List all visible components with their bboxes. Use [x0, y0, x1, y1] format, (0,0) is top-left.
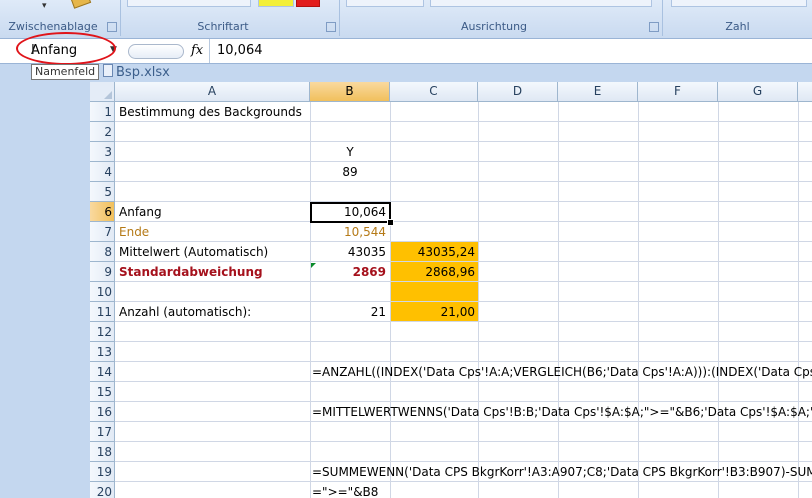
row-header[interactable]: 1: [90, 102, 115, 122]
font-selector-stub[interactable]: [127, 0, 251, 7]
cell-b9[interactable]: 2869: [310, 262, 386, 282]
cell-b3[interactable]: Y: [310, 142, 390, 162]
ribbon-group-alignment: Ausrichtung: [340, 0, 663, 36]
formula-divider: [209, 39, 210, 63]
ribbon-group-label: Zahl: [725, 20, 750, 33]
row-header[interactable]: 7: [90, 222, 115, 242]
column-header-e[interactable]: E: [558, 82, 638, 102]
row-header[interactable]: 19: [90, 462, 115, 482]
row-header[interactable]: 3: [90, 142, 115, 162]
cell-a9[interactable]: Standardabweichung: [119, 262, 263, 282]
fill-handle[interactable]: [387, 219, 394, 226]
dialog-launcher-icon[interactable]: [326, 22, 336, 32]
gridline: [115, 161, 812, 162]
row-header[interactable]: 20: [90, 482, 115, 498]
cell-c8[interactable]: 43035,24: [390, 242, 475, 262]
ribbon-group-font: Schriftart: [121, 0, 340, 36]
formula-input[interactable]: 10,064: [217, 43, 263, 58]
cell-a11[interactable]: Anzahl (automatisch):: [119, 302, 251, 322]
gridline: [115, 221, 812, 222]
row-header[interactable]: 5: [90, 182, 115, 202]
row-header[interactable]: 2: [90, 122, 115, 142]
ribbon-group-number: Zahl: [663, 0, 812, 36]
cell-a6[interactable]: Anfang: [119, 202, 162, 222]
row-header[interactable]: 4: [90, 162, 115, 182]
column-header-d[interactable]: D: [478, 82, 558, 102]
formula-buttons: fx: [128, 42, 206, 60]
row-header[interactable]: 13: [90, 342, 115, 362]
column-header-f[interactable]: F: [638, 82, 718, 102]
wrap-merge-stub[interactable]: [430, 0, 652, 7]
column-header-c[interactable]: C: [390, 82, 478, 102]
cell-a8[interactable]: Mittelwert (Automatisch): [119, 242, 268, 262]
column-header-a[interactable]: A: [115, 82, 310, 102]
row-header[interactable]: 16: [90, 402, 115, 422]
ribbon-group-label: Zwischenablage: [8, 20, 98, 33]
row-header[interactable]: 8: [90, 242, 115, 262]
row-header[interactable]: 14: [90, 362, 115, 382]
ribbon-group-label: Schriftart: [197, 20, 249, 33]
gridline: [115, 181, 812, 182]
select-all-button[interactable]: [90, 82, 115, 102]
row-header[interactable]: 9: [90, 262, 115, 282]
insert-function-icon[interactable]: fx: [191, 43, 203, 58]
alignment-buttons-stub[interactable]: [346, 0, 424, 7]
font-color-icon[interactable]: [296, 0, 320, 7]
dialog-launcher-icon[interactable]: [649, 22, 659, 32]
row-header[interactable]: 17: [90, 422, 115, 442]
workbook-title-text: Bsp.xlsx: [116, 65, 170, 80]
error-indicator-icon[interactable]: [311, 263, 316, 268]
ribbon-group-label: Ausrichtung: [460, 20, 528, 33]
gridline: [115, 141, 812, 142]
workbook-title: Bsp.xlsx: [103, 64, 170, 80]
worksheet-grid[interactable]: A B C D E F G 1 2 3 4 5 6 7 8 9 10 11 12…: [90, 82, 812, 498]
cell-b19[interactable]: =SUMMEWENN('Data CPS BkgrKorr'!A3:A907;C…: [312, 462, 812, 482]
row-header[interactable]: 11: [90, 302, 115, 322]
cell-b8[interactable]: 43035: [310, 242, 386, 262]
gridline: [115, 441, 812, 442]
highlight-color-icon[interactable]: [258, 0, 294, 7]
row-header[interactable]: 6: [90, 202, 115, 222]
cell-a1[interactable]: Bestimmung des Backgrounds: [119, 102, 302, 122]
cell-b20[interactable]: =">="&B8: [312, 482, 378, 498]
row-header[interactable]: 15: [90, 382, 115, 402]
cell-c9[interactable]: 2868,96: [390, 262, 475, 282]
gridline: [115, 341, 812, 342]
column-header-b[interactable]: B: [310, 82, 390, 102]
column-header-g[interactable]: G: [718, 82, 798, 102]
cell-c11[interactable]: 21,00: [390, 302, 475, 322]
column-header-h[interactable]: [798, 82, 812, 102]
workbook-icon: [103, 64, 113, 77]
number-format-stub[interactable]: [671, 0, 807, 7]
active-cell-border: [310, 202, 391, 223]
row-header[interactable]: 18: [90, 442, 115, 462]
cell-b16[interactable]: =MITTELWERTWENNS('Data Cps'!B:B;'Data Cp…: [312, 402, 812, 422]
name-box-tooltip: Namenfeld: [31, 64, 100, 80]
cell-b11[interactable]: 21: [310, 302, 386, 322]
ribbon: ▾ Zwischenablage Schriftart Ausrichtung …: [0, 0, 812, 39]
red-highlight-circle: [16, 32, 116, 65]
cell-b7[interactable]: 10,544: [310, 222, 386, 242]
formula-bar: Anfang I ▼ fx 10,064: [0, 39, 812, 64]
row-header[interactable]: 10: [90, 282, 115, 302]
paste-dropdown-icon[interactable]: ▾: [42, 1, 47, 11]
cell-b14[interactable]: =ANZAHL((INDEX('Data Cps'!A:A;VERGLEICH(…: [312, 362, 812, 382]
cell-a7[interactable]: Ende: [119, 222, 149, 242]
row-header[interactable]: 12: [90, 322, 115, 342]
formula-expand-handle[interactable]: [128, 44, 184, 59]
cell-b4[interactable]: 89: [310, 162, 390, 182]
ribbon-group-clipboard: ▾ Zwischenablage: [0, 0, 121, 36]
format-painter-icon[interactable]: [70, 0, 92, 9]
gridline: [115, 201, 812, 202]
dialog-launcher-icon[interactable]: [107, 22, 117, 32]
